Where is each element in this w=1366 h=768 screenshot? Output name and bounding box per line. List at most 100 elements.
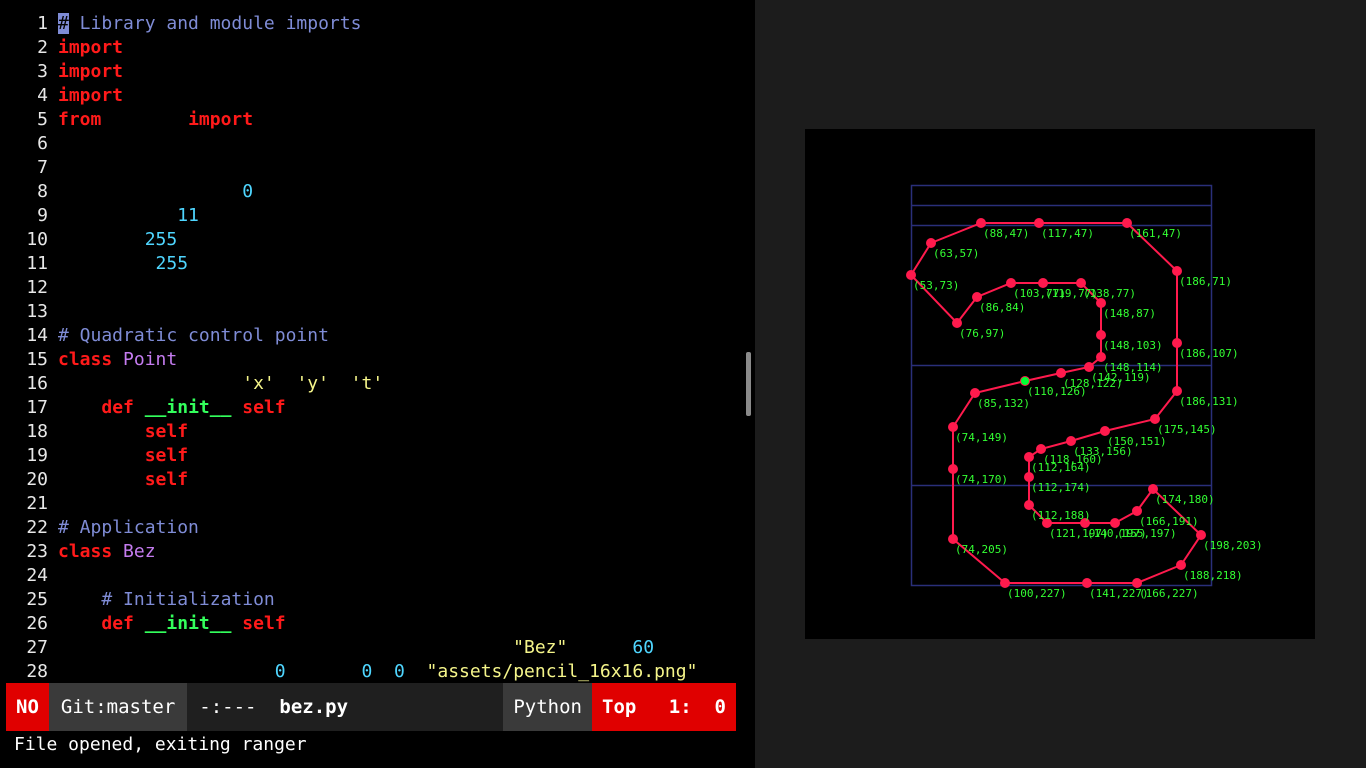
- code-line[interactable]: 17 def __init__(self, x, y, t):: [0, 396, 745, 420]
- bezier-drawing[interactable]: (53,73) (63,57) (88,47) (117,47) (161,47) (18…: [805, 129, 1315, 639]
- code-token: randint: [253, 109, 340, 130]
- line-number: 11: [26, 253, 48, 274]
- code-line[interactable]: 19 self.y = y: [0, 444, 745, 468]
- point-label: (155,197): [1117, 527, 1177, 540]
- code-line[interactable]: 7: [0, 156, 745, 180]
- code-line[interactable]: 16 __slots__ = ['x', 'y', 't']: [0, 372, 745, 396]
- code-line[interactable]: 14 # Quadratic control point: [0, 324, 745, 348]
- code-line[interactable]: 13: [0, 300, 745, 324]
- code-line[interactable]: 10 WIDTH = 255: [0, 228, 745, 252]
- code-token: 60: [632, 637, 655, 658]
- line-number: 15: [26, 349, 48, 370]
- point-label: (148,87): [1103, 307, 1156, 320]
- code-line[interactable]: 18 self.x = x: [0, 420, 745, 444]
- code-token: .y = y: [188, 445, 254, 466]
- code-token: 'y': [296, 373, 329, 394]
- code-line[interactable]: 5 from random import randint: [0, 108, 745, 132]
- code-line[interactable]: 20 self.t = t: [0, 468, 745, 492]
- line-number: 9: [37, 205, 48, 226]
- buffer-info: -:--- bez.py: [187, 683, 504, 731]
- line-number: 22: [26, 517, 48, 538]
- code-line[interactable]: 8 COL_BACKGROUND = 0: [0, 180, 745, 204]
- point-label: (53,73): [913, 279, 959, 292]
- point-label: (76,97): [959, 327, 1005, 340]
- code-token: pyxel.image(: [58, 661, 275, 682]
- code-line[interactable]: 26 def __init__(self):: [0, 612, 745, 636]
- code-token: 0: [361, 661, 373, 682]
- code-token: self: [144, 445, 189, 466]
- code-token: # Application: [58, 517, 199, 538]
- editor-pane[interactable]: 1 # Library and module imports 2 import arg…: [0, 0, 755, 768]
- point-label: (186,71): [1179, 275, 1232, 288]
- code-line[interactable]: 6: [0, 132, 745, 156]
- code-token: __init__: [144, 397, 232, 418]
- scrollbar[interactable]: [746, 352, 751, 416]
- code-token: from: [58, 109, 102, 130]
- code-line[interactable]: 28 pyxel.image(0).load(0, 0, "assets/pen…: [0, 660, 745, 684]
- code-token: 0: [393, 661, 405, 682]
- code-line[interactable]: 3 import pyxel: [0, 60, 745, 84]
- line-number: 27: [26, 637, 48, 658]
- code-token: 255: [155, 253, 189, 274]
- code-line[interactable]: 2 import argparse: [0, 36, 745, 60]
- code-buffer[interactable]: 1 # Library and module imports 2 import arg…: [0, 12, 745, 684]
- pyxel-canvas[interactable]: (53,73) (63,57) (88,47) (117,47) (161,47) (18…: [805, 129, 1315, 639]
- code-token: 255: [144, 229, 178, 250]
- code-token: .x = x: [188, 421, 254, 442]
- line-number: 23: [26, 541, 48, 562]
- evil-state-indicator: NO: [6, 683, 49, 731]
- code-token: 0: [274, 661, 286, 682]
- line-number: 4: [37, 85, 48, 106]
- code-token: 't': [350, 373, 384, 394]
- code-line[interactable]: 22 # Application: [0, 516, 745, 540]
- point-label: (148,103): [1103, 339, 1163, 352]
- code-token: "assets/pencil_16x16.png": [426, 661, 698, 682]
- code-line[interactable]: 24: [0, 564, 745, 588]
- point-label: (148,114): [1103, 361, 1163, 374]
- code-token: HEIGHT =: [58, 253, 156, 274]
- point-label: (161,47): [1129, 227, 1182, 240]
- code-line[interactable]: 21: [0, 492, 745, 516]
- code-token: ,: [372, 661, 394, 682]
- code-line[interactable]: 27 pyxel.init(WIDTH, HEIGHT, caption="Be…: [0, 636, 745, 660]
- point-label: (86,84): [979, 301, 1025, 314]
- line-number: 3: [37, 61, 48, 82]
- code-token: (: [231, 613, 243, 634]
- code-token: (: [231, 397, 243, 418]
- code-token: 'x': [242, 373, 275, 394]
- code-line[interactable]: 4 import xmltodict: [0, 84, 745, 108]
- line-number: 6: [37, 133, 48, 154]
- major-mode: Python: [503, 683, 592, 731]
- point-label: (74,149): [955, 431, 1008, 444]
- point-label: (100,227): [1007, 587, 1067, 600]
- code-token: Library and module imports: [68, 13, 362, 34]
- code-token: pyxel: [123, 61, 189, 82]
- mode-line: NO Git:master -:--- bez.py Python Top 1: …: [6, 683, 736, 731]
- line-number: 14: [26, 325, 48, 346]
- code-line[interactable]: 1 # Library and module imports: [0, 12, 745, 36]
- code-token: , fps=: [567, 637, 633, 658]
- point-label: (63,57): [933, 247, 979, 260]
- modified-flag: -:---: [199, 696, 257, 718]
- code-line[interactable]: 9 COL_INFO = 11: [0, 204, 745, 228]
- code-line[interactable]: 23 class Bez:: [0, 540, 745, 564]
- line-number: 17: [26, 397, 48, 418]
- code-line[interactable]: 15 class Point:: [0, 348, 745, 372]
- line-number: 1: [37, 13, 48, 34]
- echo-area: File opened, exiting ranger: [14, 734, 307, 755]
- point-label: (141,227): [1089, 587, 1149, 600]
- code-line[interactable]: 11 HEIGHT = 255: [0, 252, 745, 276]
- code-token: Bez: [123, 541, 156, 562]
- code-line[interactable]: 25 # Initialization: [0, 588, 745, 612]
- point-label: (186,107): [1179, 347, 1239, 360]
- text-cursor: #: [58, 13, 69, 34]
- point-label: (103,77): [1013, 287, 1066, 300]
- line-number: 5: [37, 109, 48, 130]
- code-line[interactable]: 12: [0, 276, 745, 300]
